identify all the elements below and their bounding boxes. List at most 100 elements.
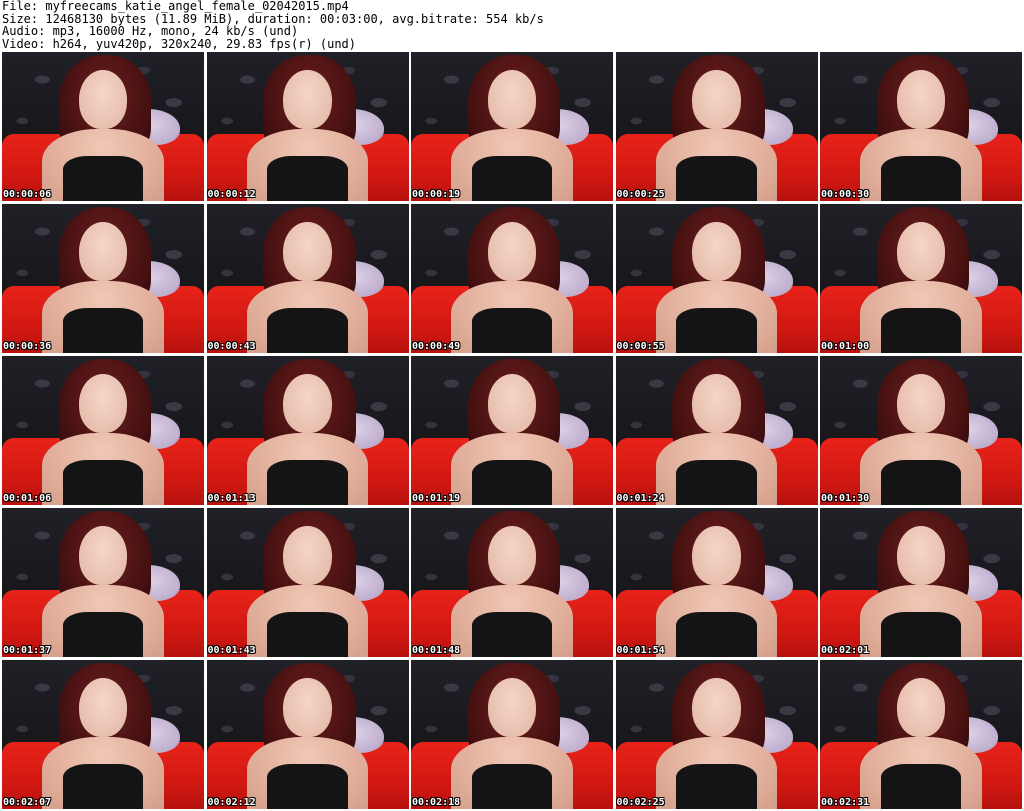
thumbnail-person-face: [283, 69, 332, 130]
thumbnail-person-top: [267, 460, 348, 505]
thumbnail-person-face: [78, 525, 128, 586]
thumbnail-timestamp: 00:01:30: [821, 493, 870, 504]
thumbnail-person-face: [283, 677, 332, 738]
thumbnail-timestamp: 00:01:37: [3, 645, 52, 656]
video-thumbnail: 00:01:24: [615, 356, 818, 505]
thumbnail-timestamp: 00:02:31: [821, 797, 870, 808]
thumbnail-person-top: [676, 764, 757, 809]
thumbnail-timestamp: 00:00:55: [616, 341, 665, 352]
thumbnail-person-top: [267, 764, 348, 809]
video-thumbnail: 00:00:12: [206, 52, 409, 201]
thumbnail-timestamp: 00:01:24: [616, 493, 665, 504]
thumbnail-timestamp: 00:01:19: [412, 493, 461, 504]
video-info-line: Video: h264, yuv420p, 320x240, 29.83 fps…: [2, 36, 357, 51]
thumbnail-person-face: [78, 373, 128, 434]
thumbnail-person-face: [283, 373, 332, 434]
thumbnail-timestamp: 00:01:13: [207, 493, 256, 504]
video-thumbnail: 00:00:49: [411, 204, 613, 353]
thumbnail-person-top: [880, 308, 962, 353]
video-thumbnail: 00:00:06: [2, 52, 204, 201]
video-thumbnail: 00:02:12: [206, 660, 409, 809]
file-name-line: File: myfreecams_katie_angel_female_0204…: [2, 0, 349, 13]
thumbnail-person-face: [692, 221, 741, 282]
video-thumbnail: 00:02:07: [2, 660, 204, 809]
video-thumbnail: 00:00:25: [615, 52, 818, 201]
thumbnail-timestamp: 00:02:18: [412, 797, 461, 808]
thumbnail-timestamp: 00:01:48: [412, 645, 461, 656]
thumbnail-person-top: [471, 308, 553, 353]
thumbnail-person-face: [692, 69, 741, 130]
thumbnail-person-face: [487, 69, 537, 130]
thumbnail-person-face: [487, 525, 537, 586]
thumbnail-timestamp: 00:00:49: [412, 341, 461, 352]
video-thumbnail: 00:01:19: [411, 356, 613, 505]
thumbnail-person-top: [676, 612, 757, 657]
thumbnail-person-top: [880, 460, 962, 505]
thumbnail-person-top: [676, 308, 757, 353]
file-info-header: File: myfreecams_katie_angel_female_0204…: [2, 0, 1022, 50]
video-thumbnail: 00:00:43: [206, 204, 409, 353]
thumbnail-person-face: [78, 69, 128, 130]
thumbnail-timestamp: 00:00:19: [412, 189, 461, 200]
thumbnail-person-top: [62, 612, 144, 657]
thumbnail-timestamp: 00:01:54: [616, 645, 665, 656]
thumbnail-person-face: [692, 677, 741, 738]
thumbnail-person-face: [896, 677, 946, 738]
thumbnail-grid: 00:00:06 00:00:12 00:00:19 00:00:25 00:00:30…: [2, 52, 1022, 809]
thumbnail-person-top: [880, 156, 962, 201]
thumbnail-person-top: [471, 764, 553, 809]
thumbnail-person-top: [471, 156, 553, 201]
thumbnail-person-face: [896, 525, 946, 586]
thumbnail-timestamp: 00:00:43: [207, 341, 256, 352]
thumbnail-person-face: [78, 221, 128, 282]
video-thumbnail: 00:01:48: [411, 508, 613, 657]
thumbnail-person-top: [471, 612, 553, 657]
video-thumbnail: 00:01:30: [820, 356, 1022, 505]
thumbnail-timestamp: 00:01:06: [3, 493, 52, 504]
thumbnail-timestamp: 00:00:12: [207, 189, 256, 200]
thumbnail-person-top: [267, 612, 348, 657]
thumbnail-person-top: [676, 460, 757, 505]
thumbnail-person-face: [487, 677, 537, 738]
video-thumbnail: 00:02:18: [411, 660, 613, 809]
thumbnail-person-top: [880, 764, 962, 809]
thumbnail-person-top: [62, 764, 144, 809]
thumbnail-person-face: [896, 69, 946, 130]
video-thumbnail: 00:00:55: [615, 204, 818, 353]
thumbnail-timestamp: 00:01:00: [821, 341, 870, 352]
thumbnail-timestamp: 00:02:01: [821, 645, 870, 656]
video-thumbnail: 00:01:00: [820, 204, 1022, 353]
thumbnail-person-face: [283, 221, 332, 282]
video-thumbnail: 00:02:01: [820, 508, 1022, 657]
thumbnail-person-top: [267, 156, 348, 201]
video-thumbnail: 00:00:30: [820, 52, 1022, 201]
thumbnail-timestamp: 00:02:12: [207, 797, 256, 808]
thumbnail-person-top: [267, 308, 348, 353]
thumbnail-person-face: [692, 373, 741, 434]
thumbnail-person-top: [471, 460, 553, 505]
video-thumbnail: 00:00:36: [2, 204, 204, 353]
thumbnail-timestamp: 00:00:30: [821, 189, 870, 200]
thumbnail-person-top: [62, 308, 144, 353]
thumbnail-timestamp: 00:00:25: [616, 189, 665, 200]
thumbnail-timestamp: 00:00:06: [3, 189, 52, 200]
thumbnail-person-face: [692, 525, 741, 586]
video-thumbnail: 00:01:37: [2, 508, 204, 657]
thumbnail-timestamp: 00:01:43: [207, 645, 256, 656]
video-thumbnail: 00:01:13: [206, 356, 409, 505]
thumbnail-person-face: [896, 373, 946, 434]
audio-info-line: Audio: mp3, 16000 Hz, mono, 24 kb/s (und…: [2, 24, 299, 38]
video-thumbnail: 00:00:19: [411, 52, 613, 201]
thumbnail-person-top: [62, 460, 144, 505]
video-thumbnail: 00:01:54: [615, 508, 818, 657]
video-thumbnail: 00:02:25: [615, 660, 818, 809]
thumbnail-timestamp: 00:00:36: [3, 341, 52, 352]
thumbnail-person-face: [283, 525, 332, 586]
thumbnail-person-top: [676, 156, 757, 201]
thumbnail-person-face: [78, 677, 128, 738]
thumbnail-person-face: [896, 221, 946, 282]
thumbnail-person-top: [62, 156, 144, 201]
video-thumbnail: 00:02:31: [820, 660, 1022, 809]
thumbnail-person-face: [487, 373, 537, 434]
thumbnail-timestamp: 00:02:25: [616, 797, 665, 808]
